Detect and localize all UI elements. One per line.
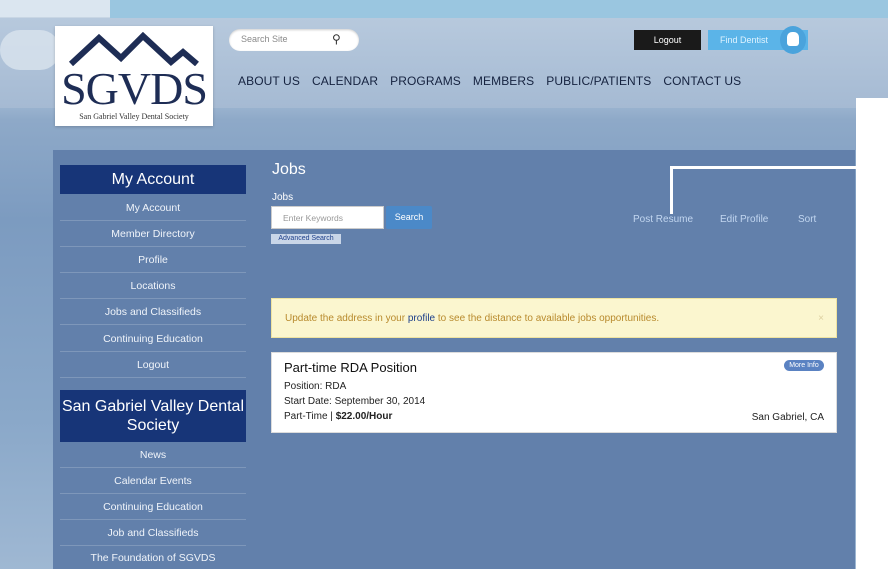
- sidebar-item-job-classifieds[interactable]: Job and Classifieds: [60, 520, 246, 546]
- callout-line: [670, 168, 673, 214]
- find-dentist-button[interactable]: Find Dentist: [708, 26, 808, 54]
- advanced-search-link[interactable]: Advanced Search: [271, 234, 341, 244]
- nav-contact-us[interactable]: CONTACT US: [663, 74, 741, 88]
- keywords-input[interactable]: Enter Keywords: [271, 206, 384, 229]
- sidebar-item-foundation[interactable]: The Foundation of SGVDS: [60, 545, 246, 569]
- nav-programs[interactable]: PROGRAMS: [390, 74, 461, 88]
- main-nav: ABOUT US CALENDAR PROGRAMS MEMBERS PUBLI…: [238, 74, 741, 88]
- sidebar-item-profile[interactable]: Profile: [60, 247, 246, 273]
- sgvds-logo[interactable]: SGVDS San Gabriel Valley Dental Society: [55, 26, 213, 126]
- sidebar-item-calendar-events[interactable]: Calendar Events: [60, 468, 246, 494]
- search-input[interactable]: Search Site: [241, 34, 288, 44]
- nav-public-patients[interactable]: PUBLIC/PATIENTS: [546, 74, 651, 88]
- sidebar-item-logout[interactable]: Logout: [60, 352, 246, 378]
- alert-profile-link[interactable]: profile: [408, 313, 435, 324]
- search-button[interactable]: Search: [386, 206, 432, 229]
- sidebar-item-member-directory[interactable]: Member Directory: [60, 221, 246, 247]
- logo-wordmark: SGVDS: [61, 63, 208, 114]
- search-icon[interactable]: ⚲: [332, 32, 341, 46]
- job-location: San Gabriel, CA: [751, 412, 824, 423]
- tooth-icon: [780, 26, 806, 54]
- job-listing-card[interactable]: Part-time RDA Position More Info Positio…: [271, 352, 837, 433]
- nav-members[interactable]: MEMBERS: [473, 74, 534, 88]
- job-start-date: Start Date: September 30, 2014: [284, 396, 426, 407]
- jobs-label: Jobs: [272, 192, 294, 203]
- job-type-rate: Part-Time | $22.00/Hour: [284, 411, 393, 422]
- nav-calendar[interactable]: CALENDAR: [312, 74, 378, 88]
- adjacent-page-edge: [856, 98, 888, 569]
- profile-address-alert: Update the address in your profile to se…: [271, 298, 837, 338]
- nav-about-us[interactable]: ABOUT US: [238, 74, 300, 88]
- page-title: Jobs: [272, 161, 306, 178]
- society-heading: San Gabriel Valley Dental Society: [60, 390, 246, 442]
- mountain-logo-icon: [68, 32, 199, 66]
- post-resume-link[interactable]: Post Resume: [633, 214, 693, 225]
- top-strip: [0, 0, 888, 18]
- job-type: Part-Time: [284, 411, 328, 422]
- site-search[interactable]: Search Site ⚲: [229, 29, 359, 51]
- logo-subtitle: San Gabriel Valley Dental Society: [79, 112, 189, 121]
- job-title[interactable]: Part-time RDA Position: [284, 360, 417, 375]
- sidebar-item-my-account[interactable]: My Account: [60, 195, 246, 221]
- find-dentist-label: Find Dentist: [720, 35, 769, 45]
- more-info-button[interactable]: More Info: [784, 360, 824, 371]
- logout-button[interactable]: Logout: [634, 30, 701, 50]
- job-rate: $22.00/Hour: [335, 411, 393, 422]
- sidebar-item-news[interactable]: News: [60, 442, 246, 468]
- my-account-heading: My Account: [60, 165, 246, 194]
- sort-link[interactable]: Sort: [798, 214, 816, 225]
- sidebar-item-society-continuing-education[interactable]: Continuing Education: [60, 494, 246, 520]
- alert-text-end: to see the distance to available jobs op…: [437, 313, 660, 324]
- close-icon[interactable]: ×: [818, 299, 824, 339]
- alert-text-start: Update the address in your: [285, 313, 406, 324]
- top-strip-band: [110, 0, 888, 18]
- sidebar-item-locations[interactable]: Locations: [60, 273, 246, 299]
- job-position: Position: RDA: [284, 381, 347, 392]
- keywords-placeholder: Enter Keywords: [283, 213, 343, 223]
- sidebar-item-jobs-classifieds[interactable]: Jobs and Classifieds: [60, 299, 246, 325]
- background-cloud: [0, 30, 60, 70]
- edit-profile-link[interactable]: Edit Profile: [720, 214, 768, 225]
- sidebar-item-continuing-education[interactable]: Continuing Education: [60, 326, 246, 352]
